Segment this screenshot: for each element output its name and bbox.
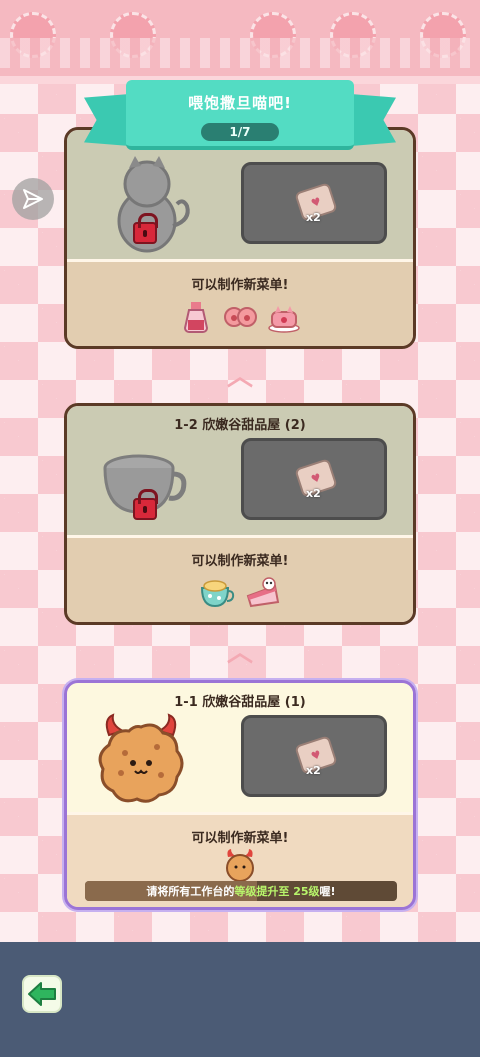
cake-slice-icon xyxy=(246,577,280,608)
requirement-text: 请将所有工作台的等级提升至 25级喔! xyxy=(146,885,336,898)
back-button[interactable] xyxy=(22,975,62,1013)
stage-card-upper: 1-2 欣嫩谷甜品屋 (2) ♥ x2 xyxy=(67,406,413,538)
stage-card-locked-3[interactable]: ♥ x2 可以制作新菜单! xyxy=(64,127,416,349)
stage-card-lower: 可以制作新菜单! 请将所有工作台的等级提升至 25级喔! xyxy=(67,815,413,907)
reward-count: x2 xyxy=(306,487,321,500)
chevron-up-icon: ︿ xyxy=(226,638,253,668)
reward-box[interactable]: ♥ x2 xyxy=(241,715,387,797)
unlock-text: 可以制作新菜单! xyxy=(191,278,289,293)
teacup-dessert-icon xyxy=(200,580,235,608)
stage-card-upper: 1-1 欣嫩谷甜品屋 (1) ♥ x2 xyxy=(67,683,413,815)
stage-title: 1-1 欣嫩谷甜品屋 (1) xyxy=(174,695,306,710)
header-ribbon: 喂饱撒旦喵吧! 1/7 xyxy=(126,80,354,150)
stage-card-locked-2[interactable]: 1-2 欣嫩谷甜品屋 (2) ♥ x2 可以制作新菜单! xyxy=(64,403,416,625)
reward-box[interactable]: ♥ x2 xyxy=(241,162,387,244)
unlock-text: 可以制作新菜单! xyxy=(191,831,289,846)
stage-card-active-1[interactable]: 1-1 欣嫩谷甜品屋 (1) ♥ x2 可以制作新菜单! 请将所有工作台的等级提… xyxy=(64,680,416,910)
back-arrow-icon xyxy=(28,982,56,1006)
send-icon xyxy=(23,189,43,209)
reward-count: x2 xyxy=(306,764,321,777)
top-decoration-banner xyxy=(0,0,480,84)
reward-count: x2 xyxy=(306,211,321,224)
menu-items xyxy=(67,849,413,883)
cat-cake-icon xyxy=(268,306,300,333)
stage-card-lower: 可以制作新菜单! xyxy=(67,262,413,346)
decor-wave xyxy=(0,38,480,68)
bottom-bar xyxy=(0,942,480,1057)
page-title: 喂饱撒旦喵吧! xyxy=(188,94,292,112)
lock-icon xyxy=(133,489,158,520)
chevron-up-icon: ︿ xyxy=(226,362,253,392)
lock-icon xyxy=(133,213,158,244)
stage-progress: 1/7 xyxy=(201,123,279,141)
potion-bottle-icon xyxy=(183,302,209,333)
requirement-bar: 请将所有工作台的等级提升至 25级喔! xyxy=(85,881,397,901)
stage-card-lower: 可以制作新菜单! xyxy=(67,538,413,622)
devil-cookie-icon xyxy=(226,849,254,882)
unlock-text: 可以制作新菜单! xyxy=(191,554,289,569)
paw-cookies-icon xyxy=(224,307,257,327)
stage-title: 1-2 欣嫩谷甜品屋 (2) xyxy=(174,418,306,433)
share-button[interactable] xyxy=(12,178,54,220)
reward-box[interactable]: ♥ x2 xyxy=(241,438,387,520)
menu-items xyxy=(67,576,413,610)
devil-cookie-character-icon xyxy=(98,713,184,803)
menu-items xyxy=(67,300,413,334)
